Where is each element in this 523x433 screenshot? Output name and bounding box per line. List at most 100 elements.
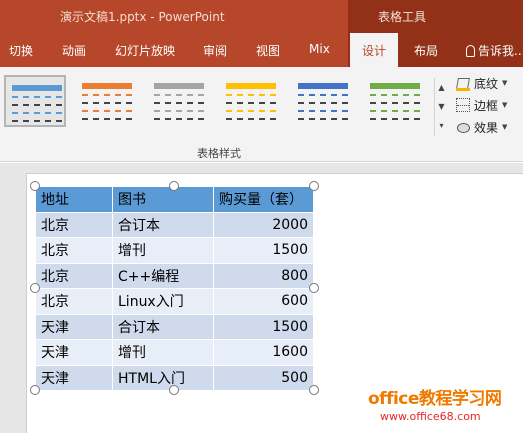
chevron-down-icon: ▼ <box>502 79 508 87</box>
style-row-swatch <box>370 118 420 120</box>
gallery-more-icon[interactable]: ▾ <box>435 116 448 135</box>
tab-design[interactable]: 设计 <box>350 33 399 67</box>
book-cell[interactable]: 合订本 <box>112 313 214 340</box>
style-row-swatch <box>226 118 276 120</box>
style-row-swatch <box>82 102 132 104</box>
group-label-table-styles: 表格样式 <box>197 147 241 160</box>
style-row-swatch <box>226 110 276 112</box>
table-style-option[interactable] <box>364 75 426 127</box>
context-group-label: 表格工具 <box>378 10 427 24</box>
style-header-swatch <box>226 83 276 89</box>
tab-transitions[interactable]: 切换 <box>9 42 33 59</box>
table-style-option[interactable] <box>148 75 210 127</box>
table-row: 北京 增刊 1500 <box>35 237 314 264</box>
data-table[interactable]: 地址 图书 购买量（套） 北京 合订本 2000 北京 增刊 1500 北京 C++编程 800… <box>35 186 314 391</box>
style-row-swatch <box>226 102 276 104</box>
address-cell[interactable]: 天津 <box>35 313 113 340</box>
gallery-down-icon[interactable]: ▼ <box>435 97 448 116</box>
style-row-swatch <box>82 118 132 120</box>
address-cell[interactable]: 天津 <box>35 364 113 391</box>
book-cell[interactable]: Linux入门 <box>112 288 214 315</box>
quantity-cell[interactable]: 1500 <box>213 237 314 264</box>
resize-handle[interactable] <box>30 283 40 293</box>
book-cell[interactable]: HTML入门 <box>112 364 214 391</box>
style-header-swatch <box>298 83 348 89</box>
shading-label: 底纹 <box>474 76 499 91</box>
shading-button[interactable]: 底纹 ▼ <box>456 73 507 93</box>
address-cell[interactable]: 北京 <box>35 211 113 238</box>
header-cell[interactable]: 地址 <box>35 186 113 213</box>
style-row-swatch <box>12 112 62 114</box>
title-bar: 演示文稿1.pptx - PowerPoint 表格工具 <box>0 0 523 33</box>
header-cell[interactable]: 图书 <box>112 186 214 213</box>
style-row-swatch <box>12 104 62 106</box>
book-cell[interactable]: 合订本 <box>112 211 214 238</box>
resize-handle[interactable] <box>169 181 179 191</box>
style-header-swatch <box>154 83 204 89</box>
tab-layout[interactable]: 布局 <box>414 42 438 59</box>
paint-bucket-icon <box>456 76 470 91</box>
book-cell[interactable]: 增刊 <box>112 237 214 264</box>
borders-label: 边框 <box>474 98 499 113</box>
tab-review[interactable]: 审阅 <box>203 42 227 59</box>
table-row: 天津 增刊 1600 <box>35 339 314 366</box>
quantity-cell[interactable]: 600 <box>213 288 314 315</box>
table-styles-gallery: ▲ ▼ ▾ <box>0 72 445 136</box>
window-title: 演示文稿1.pptx - PowerPoint <box>60 10 225 24</box>
style-row-swatch <box>12 120 62 122</box>
style-row-swatch <box>82 110 132 112</box>
address-cell[interactable]: 北京 <box>35 262 113 289</box>
gallery-up-icon[interactable]: ▲ <box>435 78 448 97</box>
style-row-swatch <box>226 94 276 96</box>
table-style-option[interactable] <box>76 75 138 127</box>
style-row-swatch <box>154 118 204 120</box>
lightbulb-icon <box>466 44 475 57</box>
quantity-cell[interactable]: 800 <box>213 262 314 289</box>
table-style-option[interactable] <box>220 75 282 127</box>
tab-view[interactable]: 视图 <box>256 42 280 59</box>
quantity-cell[interactable]: 1500 <box>213 313 314 340</box>
chevron-down-icon: ▼ <box>502 123 508 131</box>
quantity-cell[interactable]: 1600 <box>213 339 314 366</box>
address-cell[interactable]: 天津 <box>35 339 113 366</box>
tab-mix[interactable]: Mix <box>309 42 330 56</box>
resize-handle[interactable] <box>30 181 40 191</box>
borders-icon <box>456 98 470 112</box>
style-row-swatch <box>370 94 420 96</box>
resize-handle[interactable] <box>30 385 40 395</box>
style-row-swatch <box>370 110 420 112</box>
quantity-cell[interactable]: 500 <box>213 364 314 391</box>
tab-animations[interactable]: 动画 <box>62 42 86 59</box>
style-row-swatch <box>298 118 348 120</box>
quantity-cell[interactable]: 2000 <box>213 211 314 238</box>
effects-label: 效果 <box>474 120 499 135</box>
style-header-swatch <box>12 85 62 91</box>
style-row-swatch <box>370 102 420 104</box>
ribbon-panel: ▲ ▼ ▾ 底纹 ▼ 边框 ▼ 效果 ▼ 表格样式 <box>0 67 523 162</box>
table-style-option[interactable] <box>292 75 354 127</box>
table-row: 北京 C++编程 800 <box>35 262 314 289</box>
effects-button[interactable]: 效果 ▼ <box>456 117 507 137</box>
resize-handle[interactable] <box>309 181 319 191</box>
header-cell[interactable]: 购买量（套） <box>213 186 314 213</box>
tab-slideshow[interactable]: 幻灯片放映 <box>115 42 175 59</box>
book-cell[interactable]: 增刊 <box>112 339 214 366</box>
watermark-title: office教程学习网 <box>368 389 502 409</box>
resize-handle[interactable] <box>309 283 319 293</box>
address-cell[interactable]: 北京 <box>35 237 113 264</box>
tell-me-search[interactable]: 告诉我... <box>466 42 523 59</box>
book-cell[interactable]: C++编程 <box>112 262 214 289</box>
style-row-swatch <box>82 94 132 96</box>
resize-handle[interactable] <box>169 385 179 395</box>
table-row: 北京 Linux入门 600 <box>35 288 314 315</box>
address-cell[interactable]: 北京 <box>35 288 113 315</box>
style-header-swatch <box>82 83 132 89</box>
watermark-url: www.office68.com <box>380 410 481 423</box>
borders-button[interactable]: 边框 ▼ <box>456 95 507 115</box>
style-row-swatch <box>12 96 62 98</box>
resize-handle[interactable] <box>309 385 319 395</box>
style-row-swatch <box>154 110 204 112</box>
chevron-down-icon: ▼ <box>502 101 508 109</box>
effects-icon <box>456 120 470 134</box>
table-style-option[interactable] <box>4 75 66 127</box>
